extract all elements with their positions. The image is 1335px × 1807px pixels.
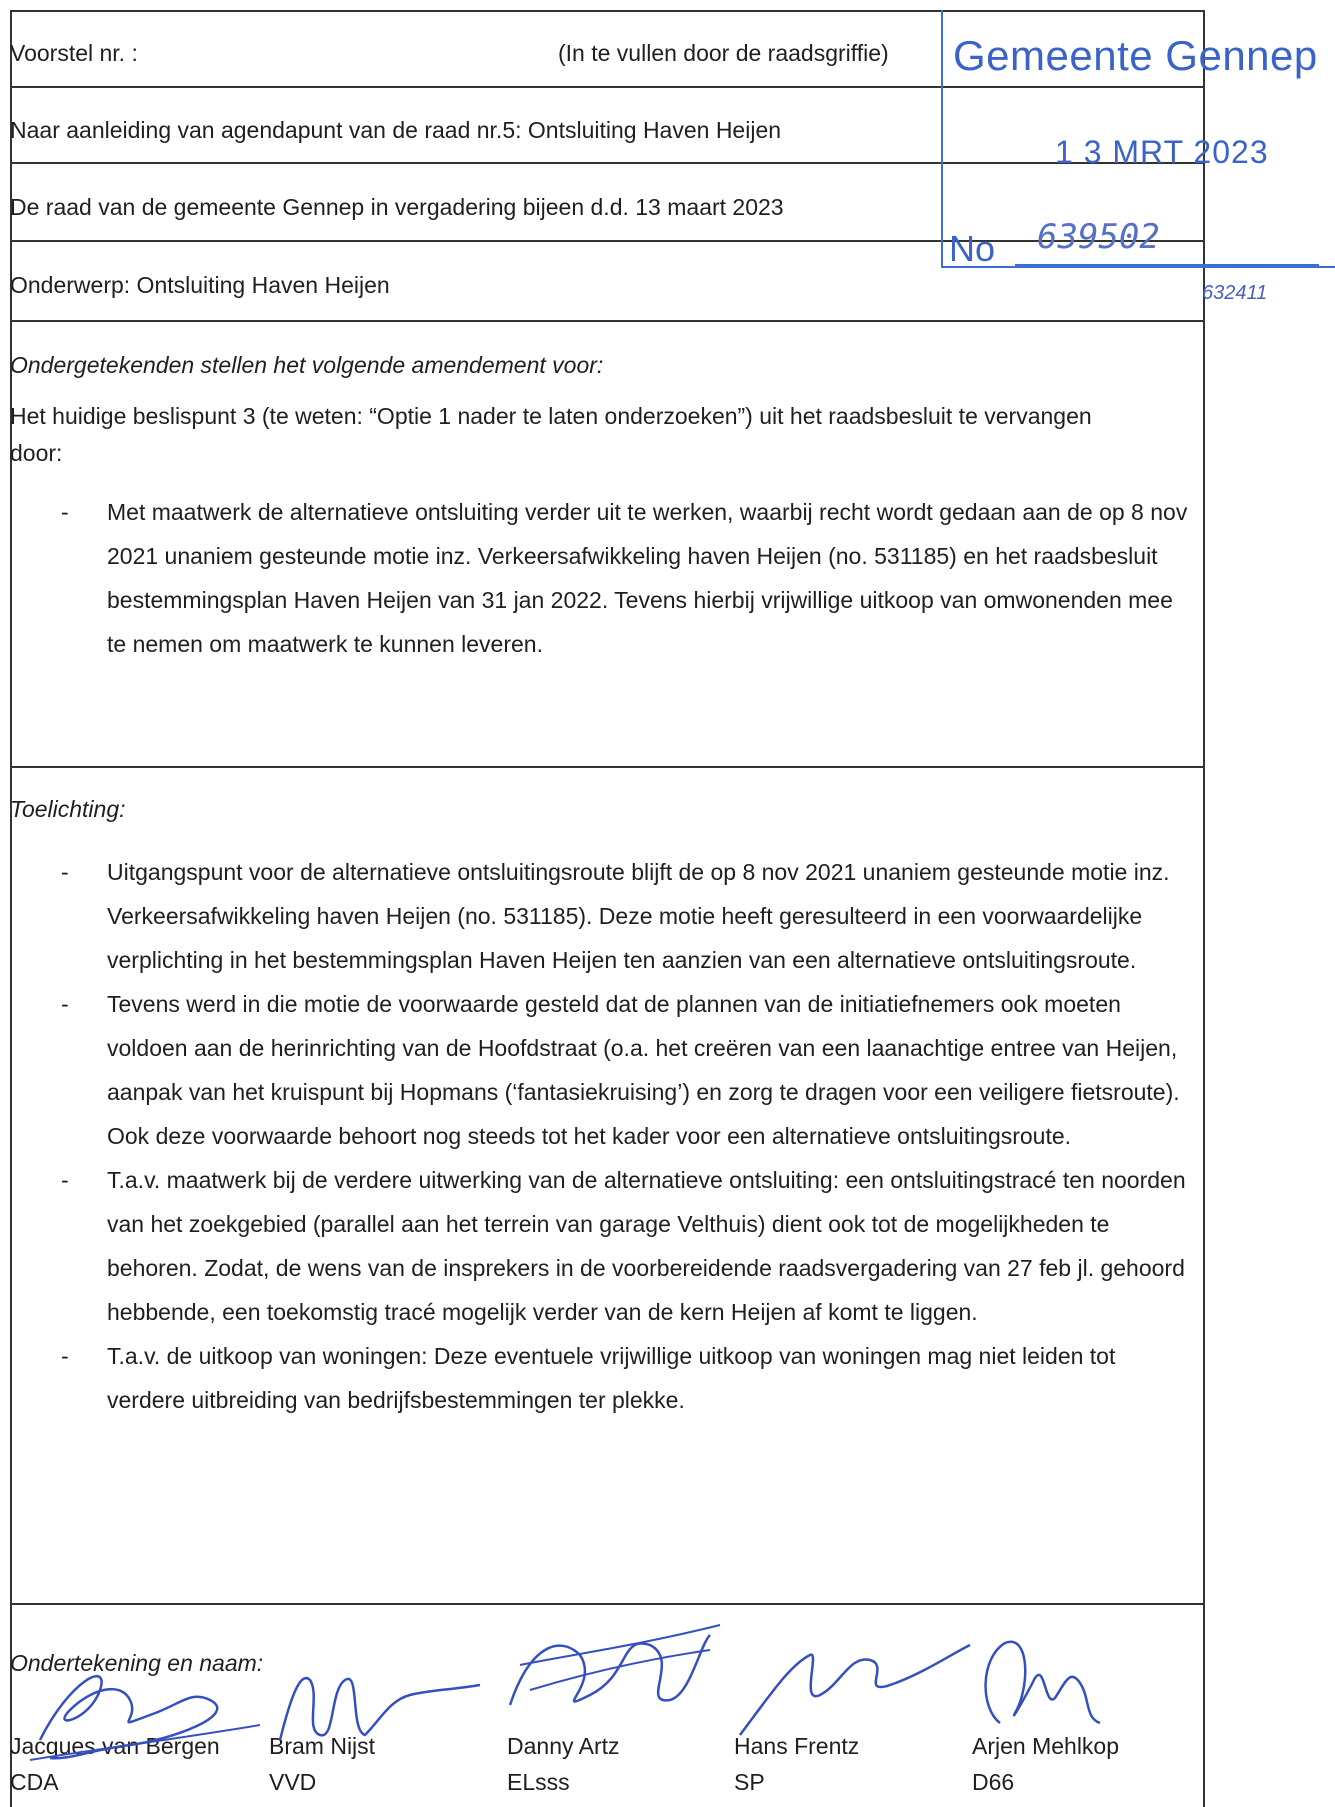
stamp-date: 1 3 MRT 2023 — [1055, 134, 1269, 170]
signer-5: Arjen Mehlkop D66 — [972, 1728, 1119, 1800]
signature-danny-artz — [508, 1624, 721, 1706]
amendement-paragraph: Het huidige beslispunt 3 (te weten: “Opt… — [10, 403, 1092, 466]
side-number: 632411 — [1202, 282, 1268, 304]
toelichting-bullet: - Uitgangspunt voor de alternatieve ontsl… — [61, 859, 1170, 973]
signature-arjen-mehlkop — [984, 1640, 1101, 1725]
signer-3: Danny Artz ELsss — [507, 1728, 620, 1800]
toelichting-bullet: - T.a.v. de uitkoop van woningen: Deze ev… — [61, 1343, 1116, 1413]
toelichting-bullets: - Uitgangspunt voor de alternatieve ontsl… — [10, 850, 1205, 1422]
stamp-underline — [1015, 264, 1319, 266]
signature-bram-nijst — [278, 1676, 481, 1741]
amendement-bullets: - Met maatwerk de alternatieve ontsluitin… — [10, 490, 1205, 666]
signer-name: Arjen Mehlkop — [972, 1733, 1120, 1759]
griffie-note: (In te vullen door de raadsgriffie) — [558, 40, 889, 66]
toelichting-bullet: - Tevens werd in die motie de voorwaarde … — [61, 991, 1180, 1149]
received-stamp: Gemeente Gennep 1 3 MRT 2023 No 639502 — [941, 10, 1335, 269]
stamp-number: 639502 — [1037, 217, 1160, 257]
signer-party: SP — [734, 1769, 765, 1795]
row-toelichting: Toelichting: - Uitgangspunt voor de alter… — [10, 768, 1205, 1605]
row-amendement: Ondergetekenden stellen het volgende ame… — [10, 322, 1205, 768]
signature-hans-frentz — [738, 1643, 971, 1736]
stamp-title: Gemeente Gennep — [953, 32, 1318, 79]
stamp-no-label: No — [949, 228, 996, 269]
amendement-bullet: - Met maatwerk de alternatieve ontsluitin… — [61, 499, 1188, 657]
onderwerp-text: Onderwerp: Ontsluiting Haven Heijen — [10, 272, 390, 298]
vergadering-text: De raad van de gemeente Gennep in vergad… — [10, 194, 784, 220]
signer-party: ELsss — [507, 1769, 570, 1795]
amendement-intro: Ondergetekenden stellen het volgende ame… — [10, 352, 604, 378]
toelichting-heading: Toelichting: — [10, 796, 126, 822]
signer-party: D66 — [972, 1769, 1015, 1795]
agendapunt-text: Naar aanleiding van agendapunt van de ra… — [10, 117, 782, 143]
toelichting-bullet: - T.a.v. maatwerk bij de verdere uitwerki… — [61, 1167, 1186, 1325]
signature-jacques-van-bergen — [29, 1675, 261, 1761]
voorstel-label: Voorstel nr. : — [10, 40, 138, 66]
